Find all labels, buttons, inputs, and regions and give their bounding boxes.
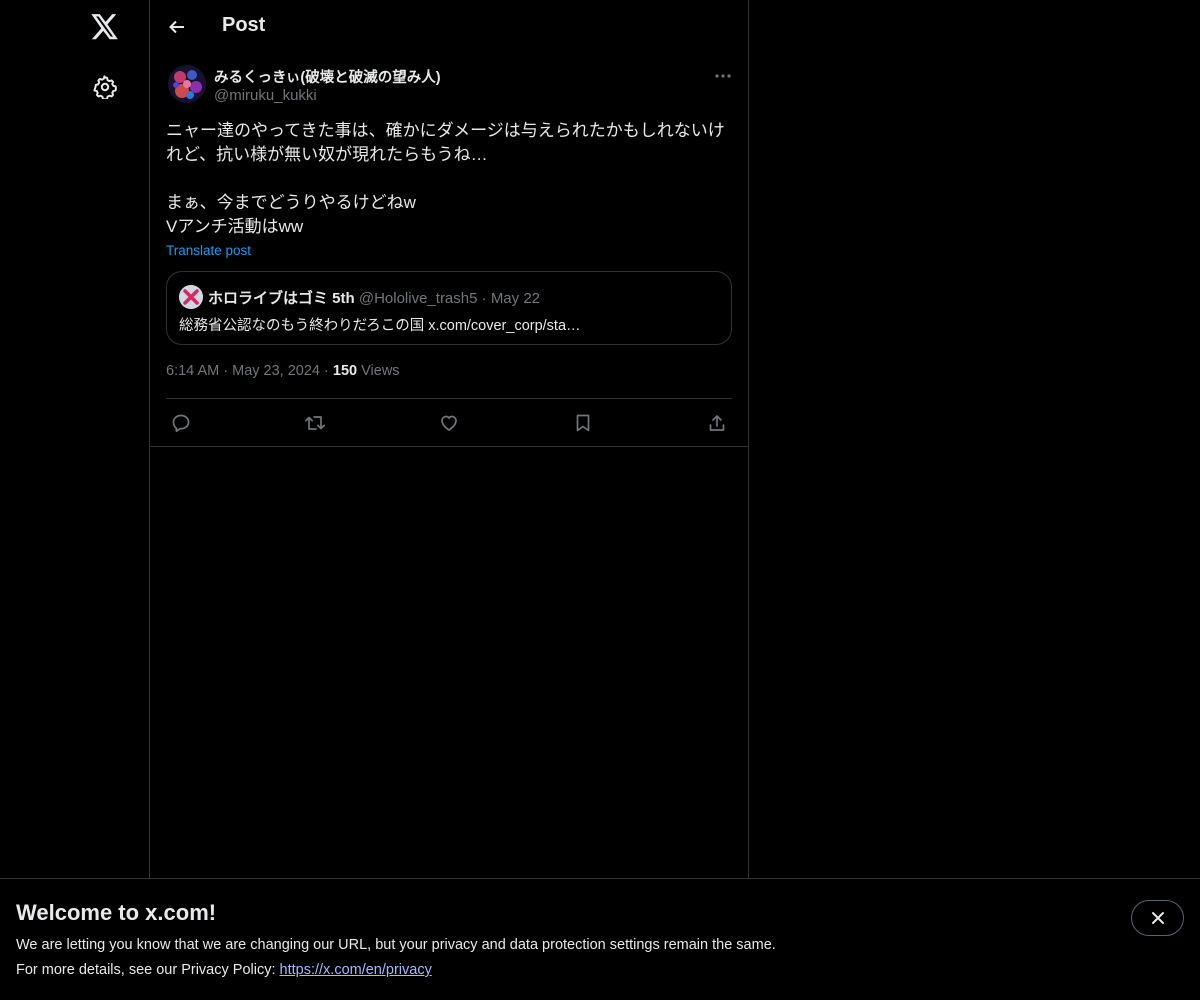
author-name[interactable]: みるくっきぃ(破壊と破滅の望み人) (214, 66, 441, 87)
close-icon[interactable] (1131, 900, 1184, 936)
quote-avatar (179, 285, 203, 309)
post-date[interactable]: May 23, 2024 (232, 363, 320, 379)
ellipsis-icon[interactable] (710, 66, 736, 86)
separator: · (223, 363, 229, 379)
post-text-line: Vアンチ活動はww (166, 217, 304, 236)
post-time[interactable]: 6:14 AM (166, 363, 219, 379)
post-metadata: 6:14 AM · May 23, 2024 · 150 Views (166, 363, 400, 379)
post-text-line: まぁ、今までどうりやるけどねw (166, 193, 416, 212)
quote-date: May 22 (490, 290, 541, 307)
post-text-line (166, 167, 734, 191)
banner-privacy-line: For more details, see our Privacy Policy… (16, 962, 432, 978)
action-bar (166, 399, 732, 446)
repost-icon[interactable] (302, 410, 328, 436)
quote-text: 総務省公認なのもう終わりだろこの国 x.com/cover_corp/sta… (179, 318, 581, 334)
quote-author-name: ホロライブはゴミ 5th (208, 290, 355, 307)
translate-post-link[interactable]: Translate post (166, 243, 251, 258)
quote-header: ホロライブはゴミ 5th @Hololive_trash5 · May 22 (208, 287, 540, 308)
banner-title: Welcome to x.com! (16, 900, 217, 925)
banner-message: We are letting you know that we are chan… (16, 937, 776, 953)
arrow-left-icon[interactable] (162, 12, 192, 42)
like-icon[interactable] (436, 410, 462, 436)
post-text-line: ニャー達のやってきた事は、確かにダメージは与えられたかもしれないけ (166, 121, 725, 140)
views-count: 150 (332, 363, 358, 379)
privacy-policy-link[interactable]: https://x.com/en/privacy (280, 962, 432, 978)
separator: · (481, 290, 487, 307)
page-title: Post (222, 14, 266, 36)
divider (150, 446, 748, 447)
author-handle[interactable]: @miruku_kukki (214, 87, 317, 104)
x-logo-icon[interactable] (88, 10, 122, 44)
url-change-banner: Welcome to x.com! We are letting you kno… (0, 878, 1200, 1000)
reply-icon[interactable] (168, 410, 194, 436)
quote-author-handle: @Hololive_trash5 (358, 290, 478, 307)
post-text-line: れど、抗い様が無い奴が現れたらもうね… (166, 145, 488, 164)
quoted-post[interactable]: ホロライブはゴミ 5th @Hololive_trash5 · May 22 総… (166, 271, 732, 345)
left-navigation (0, 0, 150, 1000)
avatar[interactable] (168, 65, 206, 103)
bookmark-icon[interactable] (570, 410, 596, 436)
gear-icon[interactable] (90, 72, 120, 102)
views-label: Views (361, 363, 400, 379)
page-header: Post (150, 0, 748, 54)
separator: · (324, 363, 329, 379)
main-column: Post みるくっきぃ(破壊と破滅の望み人) @miruku_kukki ニャー… (149, 0, 749, 1000)
share-icon[interactable] (704, 410, 730, 436)
post-text: ニャー達のやってきた事は、確かにダメージは与えられたかもしれないけ れど、抗い様… (166, 119, 734, 239)
banner-privacy-prefix: For more details, see our Privacy Policy… (16, 962, 280, 978)
